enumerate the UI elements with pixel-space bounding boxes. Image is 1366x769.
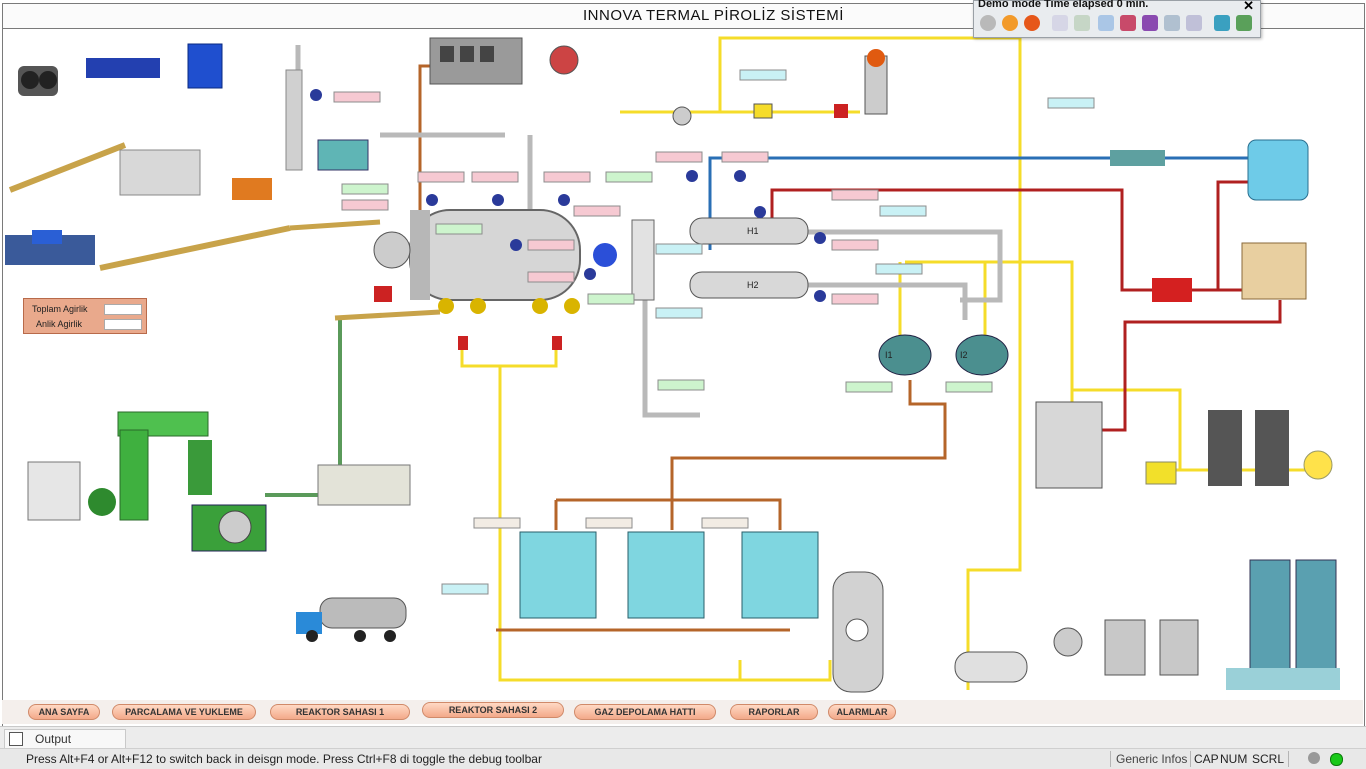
grid-icon[interactable] [1164, 15, 1180, 31]
reactor-vessel [373, 209, 617, 314]
output-tab-label: Output [35, 732, 72, 746]
play-icon[interactable] [980, 15, 996, 31]
shredder-icons [5, 43, 272, 265]
grinding-section [27, 411, 411, 552]
chimney-and-filter [285, 37, 579, 171]
total-weight-label: Toplam Agirlik [32, 304, 88, 314]
i1-label: I1 [885, 350, 893, 360]
status-bar: Press Alt+F4 or Alt+F12 to switch back i… [0, 748, 1366, 769]
demo-debug-toolbar: Demo mode Time elapsed 0 min. ✕ [973, 0, 1261, 38]
window-icon[interactable] [1186, 15, 1202, 31]
right-equipment [864, 49, 1340, 690]
trace-icon[interactable] [1098, 15, 1114, 31]
status-num: NUM [1220, 752, 1248, 766]
h2-label: H2 [747, 280, 759, 290]
database-icon[interactable] [1214, 15, 1230, 31]
connection-status-icon [1330, 753, 1343, 766]
navigation-tabs: ANA SAYFA PARCALAMA VE YUKLEME REAKTOR S… [2, 700, 1363, 724]
status-separator [1288, 751, 1289, 767]
network-icon[interactable] [1236, 15, 1252, 31]
tab-reaktor-sahasi-1[interactable]: REAKTOR SAHASI 1 [270, 704, 410, 720]
status-separator [1190, 751, 1191, 767]
status-scrl: SCRL [1252, 752, 1285, 766]
separators: I1 I2 [878, 334, 1009, 376]
instant-weight-value [104, 319, 142, 330]
step-icon[interactable] [1052, 15, 1068, 31]
demo-time-text: Demo mode Time elapsed 0 min. [978, 0, 1149, 10]
breakpoint-icon[interactable] [1120, 15, 1136, 31]
watch-icon[interactable] [1074, 15, 1090, 31]
instant-weight-label: Anlik Agirlik [36, 319, 83, 329]
variables-icon[interactable] [1142, 15, 1158, 31]
user-icon [1308, 752, 1320, 764]
process-diagram: H1 H2 I1 I2 [5, 36, 1340, 693]
status-message: Press Alt+F4 or Alt+F12 to switch back i… [26, 752, 542, 766]
total-weight-value [104, 304, 142, 315]
condensers: H1 H2 [631, 217, 809, 301]
status-cap: CAP [1194, 752, 1219, 766]
tanker-truck [296, 597, 407, 642]
output-tab[interactable]: Output [4, 729, 126, 749]
stop-icon[interactable] [1024, 15, 1040, 31]
tag-display-boxes [333, 69, 1095, 595]
i2-label: I2 [960, 350, 968, 360]
tab-ana-sayfa[interactable]: ANA SAYFA [28, 704, 100, 720]
pause-icon[interactable] [1002, 15, 1018, 31]
tab-raporlar[interactable]: RAPORLAR [730, 704, 818, 720]
close-icon[interactable]: ✕ [1243, 0, 1254, 14]
output-panel-bar: Output [0, 726, 1366, 749]
tab-alarmlar[interactable]: ALARMLAR [828, 704, 896, 720]
weight-panel: Toplam Agirlik Anlik Agirlik [23, 298, 147, 334]
h1-label: H1 [747, 226, 759, 236]
tab-parcalama[interactable]: PARCALAMA VE YUKLEME [112, 704, 256, 720]
tab-gaz-depolama[interactable]: GAZ DEPOLAMA HATTI [574, 704, 716, 720]
red-pipe-network [770, 180, 1282, 432]
output-icon [9, 732, 23, 746]
tab-reaktor-sahasi-2[interactable]: REAKTOR SAHASI 2 [422, 702, 564, 718]
status-generic-infos: Generic Infos [1116, 752, 1188, 766]
status-separator [1110, 751, 1111, 767]
